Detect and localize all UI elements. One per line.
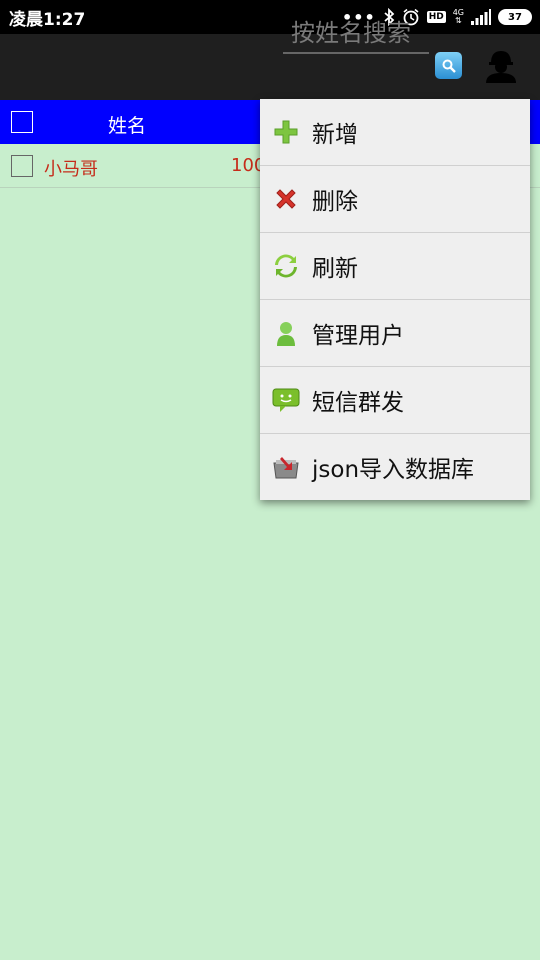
menu-item-add[interactable]: 新增: [260, 99, 530, 166]
data-arrows-icon: ⇅: [455, 16, 462, 25]
plus-icon: [272, 118, 300, 146]
menu-item-json-import[interactable]: json导入数据库: [260, 434, 530, 500]
menu-label-json-import: json导入数据库: [312, 457, 475, 483]
user-icon: [272, 319, 300, 347]
menu-label-add: 新增: [312, 122, 358, 148]
row-checkbox[interactable]: [11, 155, 33, 177]
menu-item-sms[interactable]: 短信群发: [260, 367, 530, 434]
menu-label-refresh: 刷新: [312, 256, 358, 282]
hd-icon: HD: [426, 11, 446, 23]
delete-x-icon: [272, 185, 300, 213]
row-name: 小马哥: [44, 159, 98, 180]
refresh-icon: [272, 252, 300, 280]
menu-item-refresh[interactable]: 刷新: [260, 233, 530, 300]
import-icon: [272, 453, 300, 481]
overflow-menu: 新增 删除 刷新 管理用户 短信群发 json导入数据库: [260, 99, 530, 500]
network-icon: 4G ⇅: [453, 9, 464, 25]
user-button[interactable]: [483, 47, 519, 83]
battery-icon: 37: [498, 9, 532, 25]
search-button[interactable]: [435, 52, 462, 79]
menu-item-manage-users[interactable]: 管理用户: [260, 300, 530, 367]
menu-label-delete: 删除: [312, 189, 358, 215]
column-header-name: 姓名: [108, 115, 147, 137]
menu-label-manage-users: 管理用户: [312, 323, 404, 349]
select-all-checkbox[interactable]: [11, 111, 33, 133]
signal-icon: [471, 9, 491, 25]
search-input[interactable]: [283, 14, 429, 54]
worker-user-icon: [486, 51, 516, 83]
search-icon: [442, 59, 456, 73]
status-bar: 凌晨1:27 ••• HD 4G ⇅ 37: [0, 0, 540, 34]
sms-icon: [272, 386, 300, 414]
status-time: 凌晨1:27: [9, 10, 86, 30]
menu-item-delete[interactable]: 删除: [260, 166, 530, 233]
menu-label-sms: 短信群发: [312, 390, 404, 416]
